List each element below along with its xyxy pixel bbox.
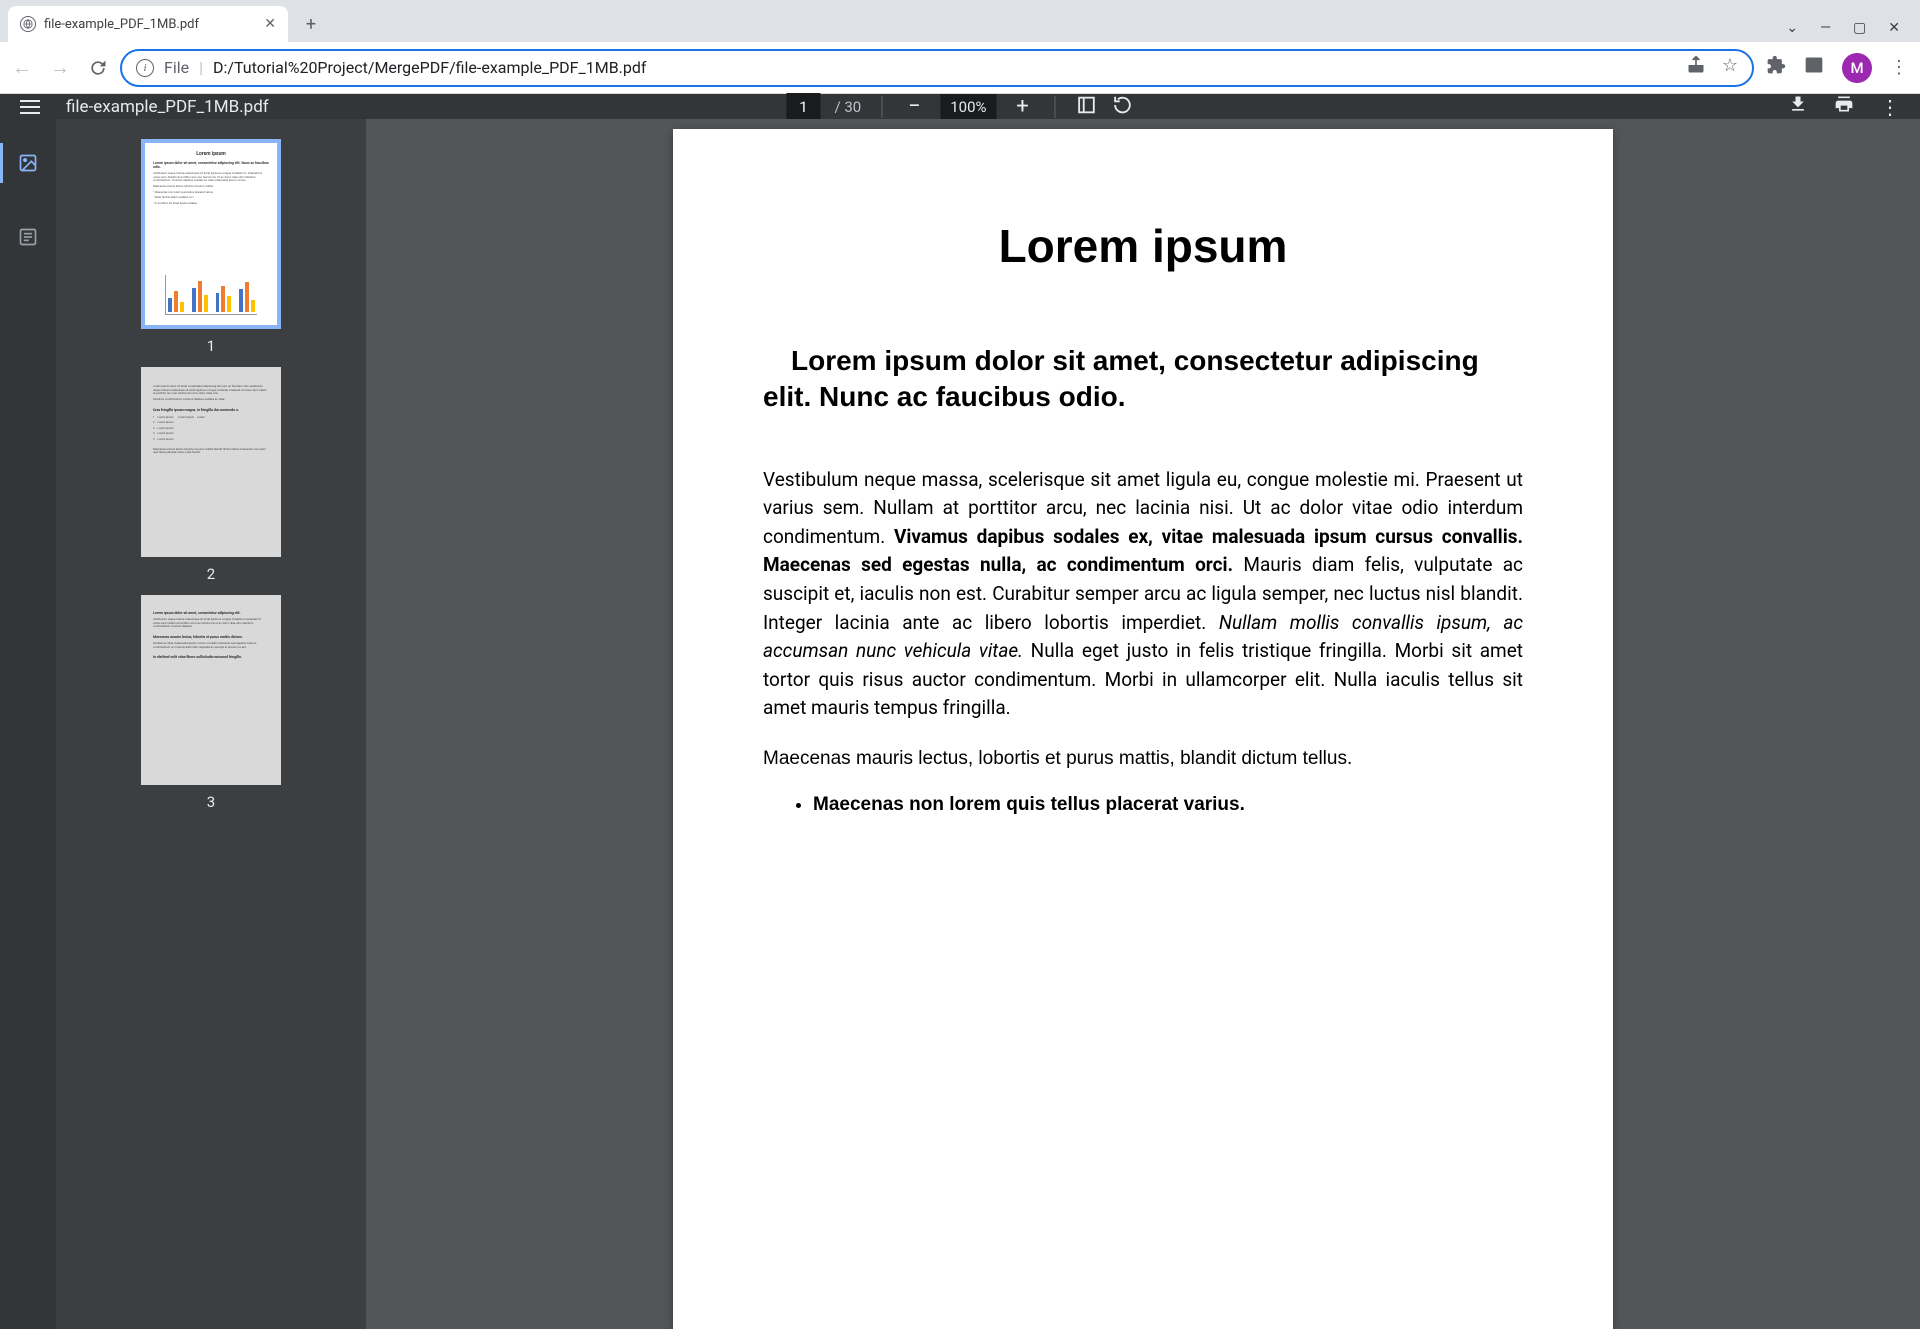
address-bar-row: ← → i File | D:/Tutorial%20Project/Merge…	[0, 42, 1920, 94]
site-info-icon[interactable]: i	[136, 59, 154, 77]
zoom-out-button[interactable]: −	[902, 94, 926, 119]
doc-bullet: Maecenas non lorem quis tellus placerat …	[813, 794, 1523, 816]
doc-list: Maecenas non lorem quis tellus placerat …	[813, 794, 1523, 816]
thumbnail-label: 3	[141, 793, 281, 811]
url-scheme: File	[164, 58, 189, 77]
outline-tab-icon[interactable]	[10, 219, 46, 255]
sidebar-rail	[0, 119, 56, 1329]
reload-button[interactable]	[88, 55, 108, 80]
pdf-page: Lorem ipsum Lorem ipsum dolor sit amet, …	[673, 129, 1613, 1329]
browser-chrome: file-example_PDF_1MB.pdf ✕ + ⌄ — ▢ ✕ ← →…	[0, 0, 1920, 94]
profile-avatar[interactable]: M	[1842, 53, 1872, 83]
share-icon[interactable]	[1686, 55, 1706, 80]
pdf-toolbar: file-example_PDF_1MB.pdf / 30 − 100% + ⋮	[0, 94, 1920, 119]
toolbar-right: M ⋮	[1766, 53, 1908, 83]
url-text: D:/Tutorial%20Project/MergePDF/file-exam…	[213, 58, 646, 77]
nav-buttons: ← →	[12, 55, 108, 80]
thumbnail-label: 2	[141, 565, 281, 583]
pdf-viewer: file-example_PDF_1MB.pdf / 30 − 100% + ⋮	[0, 94, 1920, 1008]
globe-icon	[20, 16, 36, 32]
thumbnail-3[interactable]: Lorem ipsum dolor sit amet, consectetur …	[141, 595, 281, 811]
close-tab-icon[interactable]: ✕	[264, 16, 276, 32]
rotate-icon[interactable]	[1112, 94, 1134, 120]
pdf-filename: file-example_PDF_1MB.pdf	[66, 97, 269, 117]
omnibox[interactable]: i File | D:/Tutorial%20Project/MergePDF/…	[120, 49, 1754, 87]
tab-search-icon[interactable]: ⌄	[1786, 20, 1798, 36]
page-area[interactable]: Lorem ipsum Lorem ipsum dolor sit amet, …	[366, 119, 1920, 1329]
chrome-menu-icon[interactable]: ⋮	[1890, 57, 1908, 78]
browser-tab[interactable]: file-example_PDF_1MB.pdf ✕	[8, 6, 288, 42]
print-icon[interactable]	[1834, 94, 1854, 119]
doc-paragraph-1: Vestibulum neque massa, scelerisque sit …	[763, 466, 1523, 723]
forward-button[interactable]: →	[50, 55, 70, 80]
window-controls: ⌄ — ▢ ✕	[1786, 20, 1920, 36]
page-number-input[interactable]	[786, 93, 820, 121]
page-total: / 30	[834, 98, 861, 116]
bookmark-icon[interactable]: ☆	[1722, 55, 1738, 80]
new-tab-button[interactable]: +	[296, 9, 326, 39]
maximize-icon[interactable]: ▢	[1853, 20, 1866, 36]
zoom-in-button[interactable]: +	[1011, 94, 1035, 119]
back-button[interactable]: ←	[12, 55, 32, 80]
more-actions-icon[interactable]: ⋮	[1880, 95, 1900, 119]
fit-page-icon[interactable]	[1076, 94, 1098, 120]
thumbnails-tab-icon[interactable]	[10, 145, 46, 181]
hamburger-icon[interactable]	[20, 96, 44, 118]
doc-paragraph-2: Maecenas mauris lectus, lobortis et puru…	[763, 745, 1523, 773]
tab-title: file-example_PDF_1MB.pdf	[44, 17, 199, 32]
pdf-toolbar-right: ⋮	[1788, 94, 1900, 119]
doc-title: Lorem ipsum	[763, 219, 1523, 273]
zoom-level: 100%	[940, 94, 996, 120]
thumbnail-label: 1	[141, 337, 281, 355]
tab-strip: file-example_PDF_1MB.pdf ✕ + ⌄ — ▢ ✕	[0, 0, 1920, 42]
minimize-icon[interactable]: —	[1820, 20, 1831, 36]
thumbnail-2[interactable]: Lorem ipsum dolor sit amet consectetur a…	[141, 367, 281, 583]
pdf-body: Lorem ipsum Lorem ipsum dolor sit amet, …	[0, 119, 1920, 1329]
extensions-icon[interactable]	[1766, 55, 1786, 80]
download-icon[interactable]	[1788, 94, 1808, 119]
doc-subtitle: Lorem ipsum dolor sit amet, consectetur …	[763, 343, 1523, 416]
thumbnail-1[interactable]: Lorem ipsum Lorem ipsum dolor sit amet, …	[141, 139, 281, 355]
thumbnail-panel[interactable]: Lorem ipsum Lorem ipsum dolor sit amet, …	[56, 119, 366, 1329]
side-panel-icon[interactable]	[1804, 55, 1824, 80]
pdf-page-controls: / 30 − 100% +	[786, 93, 1133, 121]
close-window-icon[interactable]: ✕	[1888, 20, 1900, 36]
